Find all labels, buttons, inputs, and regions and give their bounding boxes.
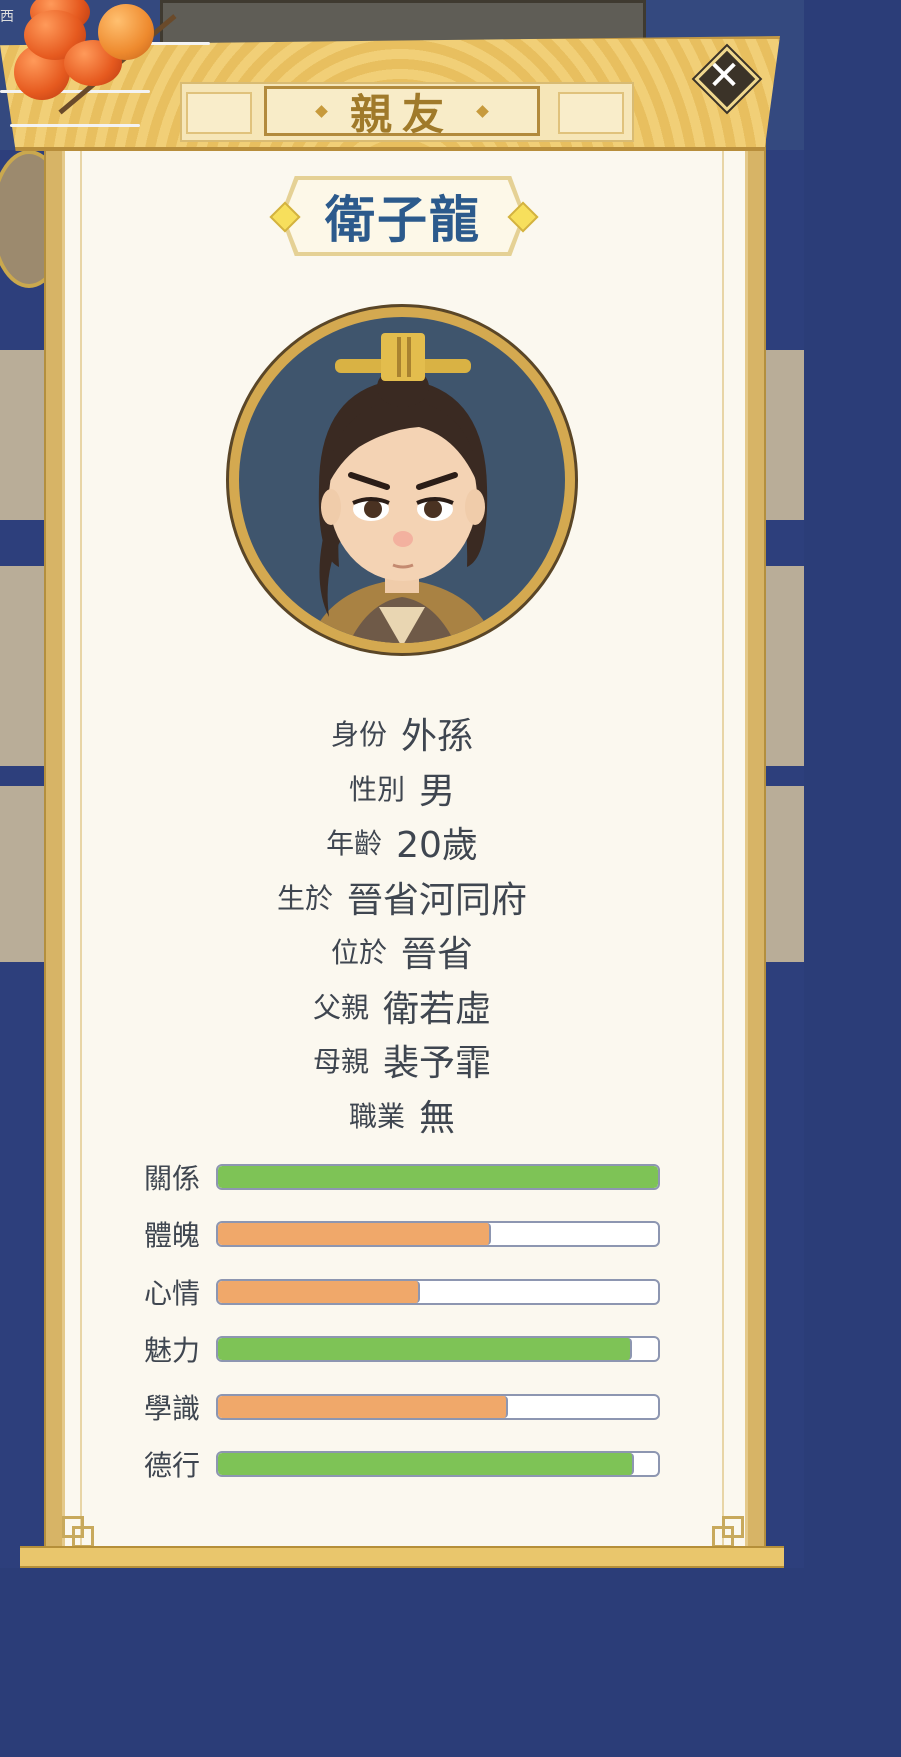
info-row-occupation: 職業 無 [80,1088,724,1143]
info-row-identity: 身份 外孫 [80,706,724,761]
stat-row-charm: 魅力 [144,1321,664,1379]
stat-row-knowledge: 學識 [144,1378,664,1436]
info-value: 衛若虛 [383,988,492,1030]
stat-list: 關係 體魄 心情 魅力 學識 德行 [144,1148,664,1493]
stat-bar-fill [218,1453,634,1476]
stat-bar-fill [218,1223,491,1246]
stat-label: 體魄 [144,1219,201,1253]
diamond-icon [476,104,489,118]
info-value: 男 [419,770,456,812]
stat-bar [216,1163,660,1190]
stat-bar [216,1278,660,1305]
info-row-age: 年齡 20歲 [80,815,724,870]
character-avatar-icon [309,333,495,643]
info-row-location: 位於 晉省 [80,924,724,979]
cloud-line [10,124,140,127]
portrait-background [239,317,565,643]
stat-row-relationship: 關係 [144,1148,664,1206]
stat-row-physique: 體魄 [144,1206,664,1264]
info-row-birthplace: 生於 晉省河同府 [80,870,724,925]
info-value: 外孫 [401,716,474,758]
stat-row-virtue: 德行 [144,1436,664,1494]
stat-bar-fill [218,1280,421,1303]
stat-bar [216,1393,660,1420]
info-label: 生於 [276,881,333,915]
corner-ornament [712,1526,734,1548]
info-label: 年齡 [326,827,383,861]
info-label: 母親 [312,1045,369,1079]
scroll-bottom-rod [20,1546,784,1568]
page-title: 親友 [349,89,454,139]
info-label: 身份 [330,718,387,752]
name-plate: 衛子龍 [269,176,539,256]
stat-bar [216,1336,660,1363]
character-name: 衛子龍 [325,191,481,249]
stat-bar-fill [218,1165,658,1188]
stat-bar [216,1451,660,1478]
info-row-mother: 母親 裴予霏 [80,1033,724,1088]
info-value: 20歲 [396,825,478,867]
info-row-father: 父親 衛若虛 [80,979,724,1034]
info-value: 晉省 [401,934,474,976]
candied-fruit-icon [0,0,210,130]
header-title-plate: 親友 [264,86,540,139]
close-button[interactable]: ✕ [694,46,760,112]
stat-bar-fill [218,1395,509,1418]
stat-label: 德行 [144,1449,201,1483]
info-value: 裴予霏 [383,1043,492,1085]
header-side-box [558,92,624,134]
close-icon: ✕ [707,53,741,99]
info-label: 父親 [312,990,369,1024]
info-list: 身份 外孫 性別 男 年齡 20歲 生於 晉省河同府 位於 晉省 父親 衛若虛 … [80,706,724,1142]
stat-label: 關係 [144,1161,201,1195]
stat-bar-fill [218,1338,632,1361]
stat-row-mood: 心情 [144,1263,664,1321]
diamond-icon [315,104,328,118]
info-row-gender: 性別 男 [80,761,724,816]
info-label: 位於 [330,936,387,970]
info-value: 無 [419,1097,456,1139]
info-label: 職業 [348,1099,405,1133]
fruit [98,4,154,60]
info-value: 晉省河同府 [347,879,528,921]
character-portrait [226,304,578,656]
stat-label: 學識 [144,1391,201,1425]
corner-ornament [72,1526,94,1548]
stat-label: 心情 [144,1276,201,1310]
stat-label: 魅力 [144,1334,201,1368]
stat-bar [216,1221,660,1248]
info-label: 性別 [348,772,405,806]
